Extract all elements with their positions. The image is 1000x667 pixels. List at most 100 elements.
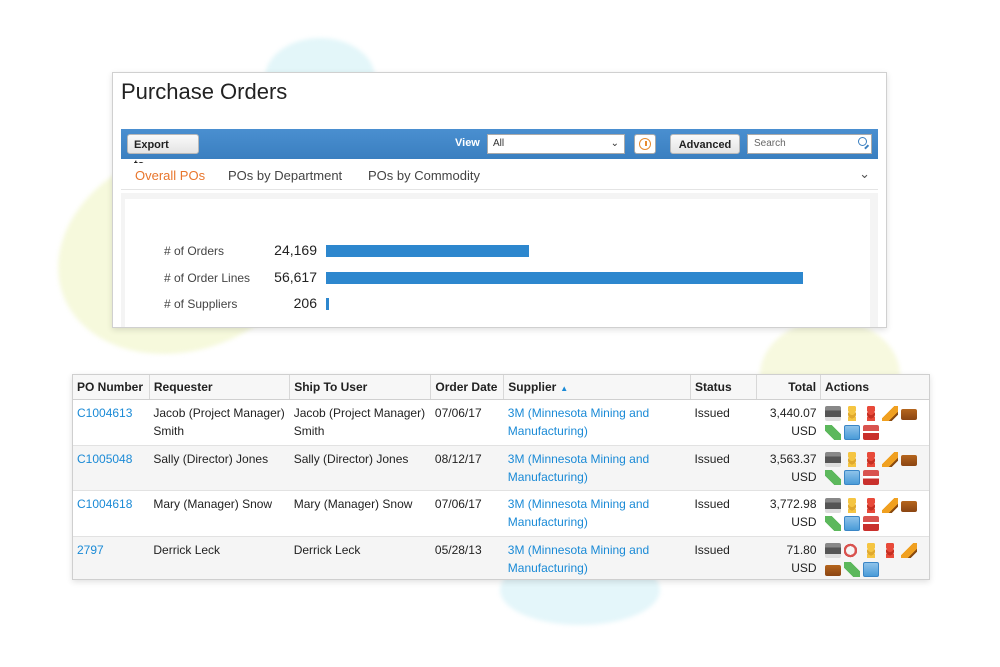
order-date-cell: 05/28/13 — [430, 536, 504, 579]
send-icon[interactable] — [824, 470, 841, 486]
tab-overall-pos[interactable]: Overall POs — [135, 168, 205, 183]
stat-label: # of Order Lines — [164, 271, 251, 285]
table-row: C1004618 Mary (Manager) Snow Mary (Manager… — [73, 490, 929, 537]
header-ship-to-user[interactable]: Ship To User — [289, 375, 432, 400]
header-order-date[interactable]: Order Date — [430, 375, 505, 400]
total-cell: 71.80 USD — [756, 536, 821, 579]
advanced-button[interactable]: Advanced — [670, 134, 740, 154]
stat-label: # of Orders — [164, 244, 225, 258]
actions-cell — [820, 399, 929, 446]
coins-icon[interactable] — [843, 497, 860, 513]
return-icon[interactable] — [862, 424, 879, 440]
page-title: Purchase Orders — [121, 79, 288, 104]
stat-bar — [326, 245, 529, 257]
ship-to-cell: Jacob (Project Manager) Smith — [289, 399, 431, 446]
table-header-row: PO Number Requester Ship To User Order D… — [73, 375, 929, 400]
coins-icon[interactable] — [843, 451, 860, 467]
requester-cell: Mary (Manager) Snow — [149, 490, 290, 537]
truck-icon[interactable] — [824, 564, 841, 576]
printer-icon[interactable] — [824, 497, 841, 513]
stat-row-order-lines: # of Order Lines 56,617 — [125, 268, 870, 288]
header-requester[interactable]: Requester — [149, 375, 291, 400]
total-amount: 3,440.07 — [769, 406, 817, 420]
supplier-link[interactable]: 3M (Minnesota Mining and Manufacturing) — [508, 452, 649, 484]
header-supplier[interactable]: Supplier ▲ — [503, 375, 691, 400]
printer-icon[interactable] — [824, 406, 841, 422]
red-coins-icon[interactable] — [881, 543, 898, 559]
return-icon[interactable] — [862, 515, 879, 531]
total-currency: USD — [791, 424, 817, 438]
chevron-down-icon[interactable]: ⌄ — [859, 166, 870, 182]
pencil-icon[interactable] — [881, 451, 898, 467]
stat-bar — [326, 272, 803, 284]
receive-icon[interactable] — [862, 561, 879, 577]
status-cell: Issued — [690, 490, 757, 537]
requester-cell: Jacob (Project Manager) Smith — [149, 399, 290, 446]
truck-icon[interactable] — [900, 454, 917, 466]
return-icon[interactable] — [862, 470, 879, 486]
supplier-link[interactable]: 3M (Minnesota Mining and Manufacturing) — [508, 543, 649, 575]
truck-icon[interactable] — [900, 500, 917, 512]
tab-bar: Overall POs POs by Department POs by Com… — [121, 163, 878, 190]
undo-icon[interactable] — [843, 543, 860, 559]
header-total[interactable]: Total — [756, 375, 822, 400]
order-date-cell: 07/06/17 — [430, 399, 504, 446]
actions-cell — [820, 490, 929, 537]
summary-chart: # of Orders 24,169 # of Order Lines 56,6… — [121, 193, 878, 327]
tab-pos-by-commodity[interactable]: POs by Commodity — [368, 168, 480, 183]
tab-pos-by-department[interactable]: POs by Department — [228, 168, 342, 183]
stat-row-orders: # of Orders 24,169 — [125, 241, 870, 261]
requester-cell: Derrick Leck — [149, 536, 290, 579]
search-input[interactable]: Search — [747, 134, 872, 154]
chevron-down-icon: ⌄ — [610, 138, 619, 149]
sort-ascending-icon: ▲ — [560, 384, 569, 393]
receive-icon[interactable] — [843, 515, 860, 531]
truck-icon[interactable] — [900, 409, 917, 421]
total-cell: 3,440.07 USD — [756, 399, 821, 446]
actions-cell — [820, 445, 929, 492]
pencil-icon[interactable] — [881, 406, 898, 422]
ship-to-cell: Derrick Leck — [289, 536, 431, 579]
supplier-link[interactable]: 3M (Minnesota Mining and Manufacturing) — [508, 497, 649, 529]
header-po-number[interactable]: PO Number — [73, 375, 150, 400]
red-coins-icon[interactable] — [862, 451, 879, 467]
receive-icon[interactable] — [843, 470, 860, 486]
red-coins-icon[interactable] — [862, 497, 879, 513]
stat-label: # of Suppliers — [164, 297, 238, 311]
total-amount: 71.80 — [786, 542, 817, 557]
pencil-icon[interactable] — [900, 543, 917, 559]
header-actions: Actions — [820, 375, 929, 400]
red-coins-icon[interactable] — [862, 406, 879, 422]
table-row: C1004613 Jacob (Project Manager) Smith Jac… — [73, 399, 929, 446]
history-button[interactable] — [634, 134, 656, 154]
order-date-cell: 08/12/17 — [430, 445, 504, 492]
po-number-link[interactable]: C1005048 — [77, 452, 132, 466]
coins-icon[interactable] — [862, 543, 879, 559]
total-amount: 3,563.37 — [769, 451, 817, 466]
pencil-icon[interactable] — [881, 497, 898, 513]
send-icon[interactable] — [843, 561, 860, 577]
send-icon[interactable] — [824, 424, 841, 440]
view-select[interactable]: All ⌄ — [487, 134, 625, 154]
po-number-link[interactable]: C1004618 — [77, 497, 132, 511]
stat-value: 206 — [293, 295, 317, 311]
export-to-button[interactable]: Export to⌄ — [127, 134, 199, 171]
header-supplier-label: Supplier — [508, 380, 557, 394]
supplier-link[interactable]: 3M (Minnesota Mining and Manufacturing) — [508, 406, 649, 438]
status-cell: Issued — [690, 445, 757, 492]
header-status[interactable]: Status — [690, 375, 757, 400]
coins-icon[interactable] — [843, 406, 860, 422]
po-number-link[interactable]: 2797 — [77, 543, 104, 557]
status-cell: Issued — [690, 536, 757, 579]
send-icon[interactable] — [824, 515, 841, 531]
total-currency: USD — [791, 469, 817, 484]
stat-value: 24,169 — [274, 242, 317, 258]
printer-icon[interactable] — [824, 543, 841, 559]
receive-icon[interactable] — [843, 424, 860, 440]
printer-icon[interactable] — [824, 451, 841, 467]
purchase-orders-panel: Purchase Orders Export to⌄ View All ⌄ Ad… — [112, 72, 887, 328]
total-cell: 3,563.37 USD — [756, 445, 821, 492]
total-amount: 3,772.98 — [769, 497, 817, 512]
search-placeholder: Search — [754, 138, 786, 149]
po-number-link[interactable]: C1004613 — [77, 406, 132, 420]
